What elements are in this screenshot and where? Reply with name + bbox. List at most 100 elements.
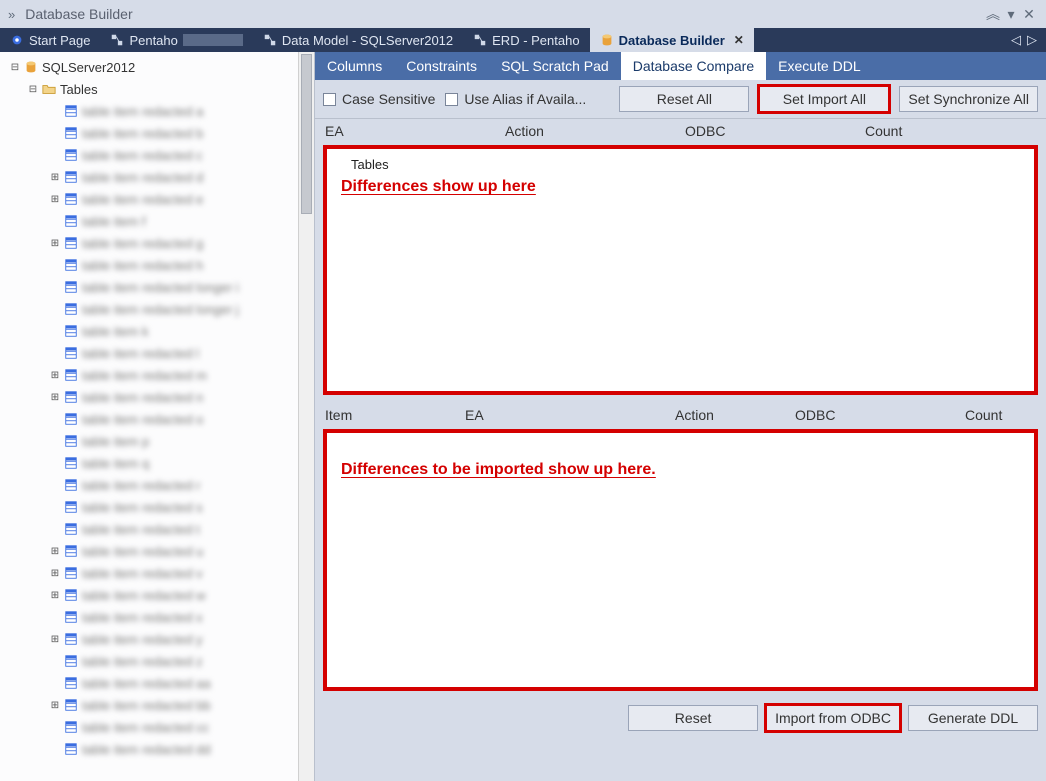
expander-icon[interactable]: ⊞ <box>50 238 60 249</box>
subtab-execute-ddl[interactable]: Execute DDL <box>766 52 872 80</box>
expander-icon[interactable]: ⊞ <box>50 194 60 205</box>
tree-item[interactable]: ⊞table item redacted d <box>0 166 298 188</box>
tab-start-page[interactable]: Start Page <box>0 28 100 52</box>
tree-node-icon <box>64 368 78 382</box>
tree-item[interactable]: ⊞ table item redacted bb <box>0 694 298 716</box>
expander-icon[interactable]: ⊞ <box>50 590 60 601</box>
tree-item[interactable]: table item k <box>0 320 298 342</box>
tree-root[interactable]: ⊟SQLServer2012 <box>0 56 298 78</box>
tree-item[interactable]: table item redacted longer i <box>0 276 298 298</box>
tree-item[interactable]: table item redacted c <box>0 144 298 166</box>
col-odbc: ODBC <box>795 407 965 423</box>
tab-pentaho[interactable]: Pentaho <box>100 28 252 52</box>
tree-node-label: Tables <box>60 82 98 97</box>
tree-item[interactable]: table item q <box>0 452 298 474</box>
col-ea: EA <box>325 123 505 139</box>
close-icon[interactable]: ✕ <box>1020 6 1038 23</box>
expander-icon[interactable]: ⊞ <box>50 370 60 381</box>
tree-item[interactable]: table item redacted dd <box>0 738 298 760</box>
tree-item[interactable]: table item redacted cc <box>0 716 298 738</box>
tab-database-builder[interactable]: Database Builder ✕ <box>590 28 754 52</box>
tree-item[interactable]: ⊞table item redacted w <box>0 584 298 606</box>
differences-panel: Tables Differences show up here <box>323 145 1038 395</box>
chevron-expand-icon[interactable]: » <box>8 7 15 22</box>
vertical-scrollbar[interactable] <box>298 52 314 781</box>
subtab-strip: Columns Constraints SQL Scratch Pad Data… <box>315 52 1046 80</box>
tab-close-icon[interactable]: ✕ <box>734 33 744 47</box>
tree-item[interactable]: ⊞table item redacted u <box>0 540 298 562</box>
tree-node-icon <box>64 720 78 734</box>
checkbox-icon <box>323 93 336 106</box>
tree-item[interactable]: table item redacted b <box>0 122 298 144</box>
tree-node-label: table item redacted b <box>82 126 203 141</box>
tree-item[interactable]: table item redacted o <box>0 408 298 430</box>
set-synchronize-all-button[interactable]: Set Synchronize All <box>899 86 1038 112</box>
tree[interactable]: ⊟SQLServer2012⊟Tablestable item redacted… <box>0 52 298 781</box>
tree-item[interactable]: table item redacted z <box>0 650 298 672</box>
expander-icon[interactable]: ⊞ <box>50 634 60 645</box>
expander-icon[interactable]: ⊟ <box>10 62 20 73</box>
subtab-database-compare[interactable]: Database Compare <box>621 52 766 80</box>
import-from-odbc-button[interactable]: Import from ODBC <box>766 705 900 731</box>
tree-node-icon <box>64 126 78 140</box>
diagram-icon <box>473 33 487 47</box>
reset-button[interactable]: Reset <box>628 705 758 731</box>
redacted-text <box>183 34 243 46</box>
tree-node-icon <box>64 324 78 338</box>
tree-item[interactable]: table item redacted aa <box>0 672 298 694</box>
expander-icon[interactable]: ⊞ <box>50 392 60 403</box>
tree-item[interactable]: ⊞table item redacted g <box>0 232 298 254</box>
col-odbc: ODBC <box>685 123 865 139</box>
tree-item[interactable]: table item redacted r <box>0 474 298 496</box>
expander-icon[interactable]: ⊞ <box>50 568 60 579</box>
tree-item[interactable]: table item redacted t <box>0 518 298 540</box>
chevron-up-icon[interactable]: ︽ <box>984 4 1002 24</box>
set-import-all-button[interactable]: Set Import All <box>759 86 889 112</box>
tree-item[interactable]: table item redacted s <box>0 496 298 518</box>
subtab-columns[interactable]: Columns <box>315 52 394 80</box>
tab-nav-left-icon[interactable]: ◁ <box>1008 32 1024 48</box>
tree-node-icon <box>64 610 78 624</box>
tab-erd[interactable]: ERD - Pentaho <box>463 28 589 52</box>
reset-all-button[interactable]: Reset All <box>619 86 749 112</box>
generate-ddl-button[interactable]: Generate DDL <box>908 705 1038 731</box>
col-count: Count <box>965 407 1036 423</box>
tree-node-icon <box>64 258 78 272</box>
expander-icon[interactable]: ⊟ <box>28 84 38 95</box>
scrollbar-thumb[interactable] <box>301 54 312 214</box>
tree-item[interactable]: table item p <box>0 430 298 452</box>
tree-node-label: table item redacted t <box>82 522 200 537</box>
tree-node-label: table item redacted l <box>82 346 199 361</box>
tree-item[interactable]: table item redacted l <box>0 342 298 364</box>
subtab-scratchpad[interactable]: SQL Scratch Pad <box>489 52 621 80</box>
expander-icon[interactable]: ⊞ <box>50 700 60 711</box>
tree-item[interactable]: table item redacted a <box>0 100 298 122</box>
tree-node-label: table item redacted longer i <box>82 280 239 295</box>
dropdown-icon[interactable]: ▾ <box>1002 6 1020 23</box>
tree-item[interactable]: ⊞table item redacted n <box>0 386 298 408</box>
tree-item[interactable]: ⊞table item redacted m <box>0 364 298 386</box>
tree-item[interactable]: table item redacted h <box>0 254 298 276</box>
tree-item[interactable]: table item redacted x <box>0 606 298 628</box>
tree-node-label: table item redacted bb <box>82 698 211 713</box>
tree-item[interactable]: table item f <box>0 210 298 232</box>
bottom-button-bar: Reset Import from ODBC Generate DDL <box>315 699 1046 739</box>
tree-node-icon <box>64 434 78 448</box>
tree-tables-folder[interactable]: ⊟ Tables <box>0 78 298 100</box>
subtab-constraints[interactable]: Constraints <box>394 52 489 80</box>
case-sensitive-checkbox[interactable]: Case Sensitive <box>323 91 435 107</box>
tree-node-icon <box>64 412 78 426</box>
expander-icon[interactable]: ⊞ <box>50 172 60 183</box>
tab-data-model[interactable]: Data Model - SQLServer2012 <box>253 28 463 52</box>
tree-item[interactable]: ⊞table item redacted e <box>0 188 298 210</box>
checkbox-label: Case Sensitive <box>342 91 435 107</box>
tab-label: Start Page <box>29 33 90 48</box>
tree-item[interactable]: ⊞table item redacted v <box>0 562 298 584</box>
expander-icon[interactable]: ⊞ <box>50 546 60 557</box>
tree-item[interactable]: ⊞table item redacted y <box>0 628 298 650</box>
tab-nav-right-icon[interactable]: ▷ <box>1024 32 1040 48</box>
use-alias-checkbox[interactable]: Use Alias if Availa... <box>445 91 586 107</box>
tree-item[interactable]: table item redacted longer j <box>0 298 298 320</box>
tree-node-label: table item redacted longer j <box>82 302 239 317</box>
tree-node-icon <box>64 500 78 514</box>
